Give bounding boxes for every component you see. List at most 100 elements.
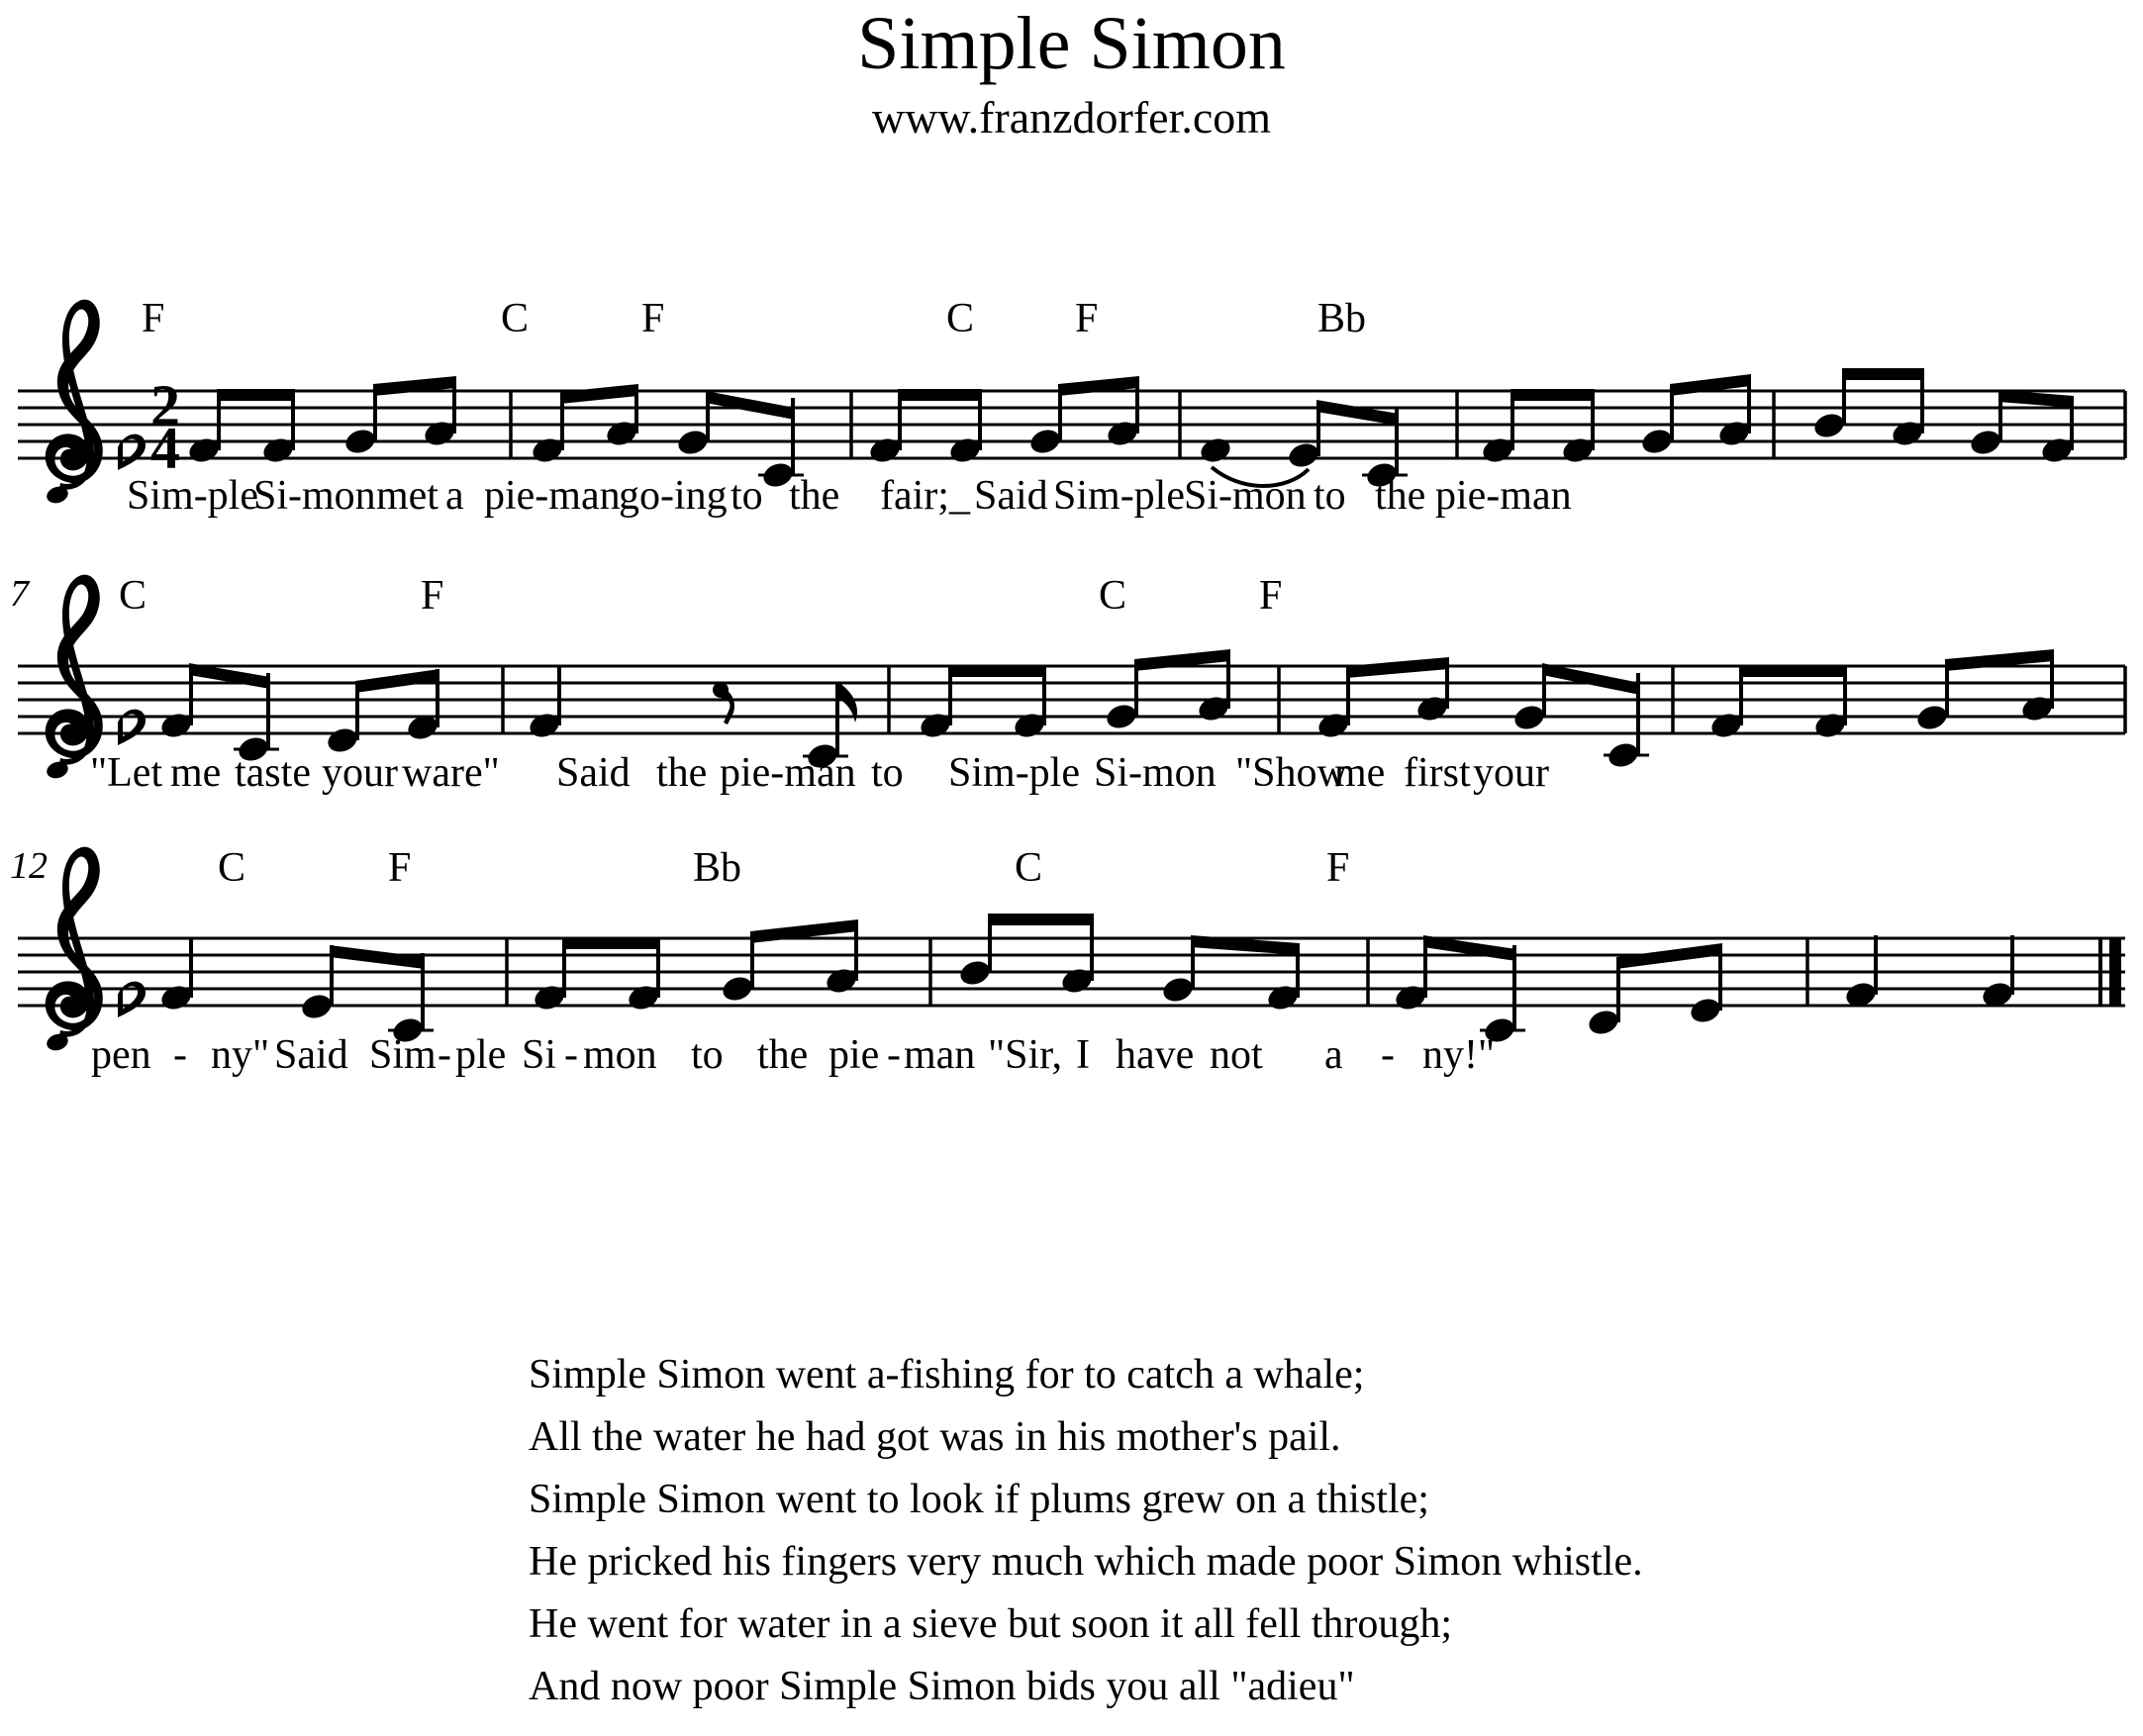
verse-line: He pricked his fingers very much which m… xyxy=(529,1539,1643,1585)
measure-5-notes xyxy=(1483,374,1751,462)
measure-14-notes xyxy=(960,914,1300,1010)
page-title: Simple Simon xyxy=(857,2,1286,85)
lyric-syllable: - xyxy=(887,1032,901,1078)
lyric-syllable: - xyxy=(173,1032,187,1078)
lyric-syllable: a xyxy=(445,473,464,519)
lyric-syllable: to xyxy=(691,1032,724,1078)
lyric-syllable: the xyxy=(1375,473,1426,519)
chord-symbol: F xyxy=(641,296,665,341)
lyric-syllable: I xyxy=(1076,1032,1090,1078)
measure-number: 12 xyxy=(10,845,48,887)
lyric-syllable: Sim-ple xyxy=(127,473,258,519)
lyric-syllable: Sim-ple xyxy=(1053,473,1185,519)
lyric-syllable: - xyxy=(564,1032,578,1078)
verse-block: Simple Simon went a-fishing for to catch… xyxy=(529,1344,1815,1718)
lyric-syllable: pie-man xyxy=(1435,473,1572,519)
lyric-syllable: - xyxy=(1381,1032,1395,1078)
lyric-syllable: "Let xyxy=(90,750,163,796)
verse-line: Simple Simon went a-fishing for to catch… xyxy=(529,1352,1365,1398)
lyric-syllable: Si xyxy=(522,1032,557,1078)
chord-row-2: 7 C F C F xyxy=(0,574,2143,633)
chord-symbol: C xyxy=(218,845,246,891)
lyric-syllable: - xyxy=(438,1032,451,1078)
lyric-syllable: not xyxy=(1210,1032,1263,1078)
chord-symbol: F xyxy=(142,296,165,341)
final-barline xyxy=(2098,938,2121,1006)
chord-row-1: F C F C F Bb xyxy=(0,297,2143,356)
lyric-row-1: Sim-ple Si-mon met a pie-man go-ing to the fair;… xyxy=(0,473,2143,529)
lyric-syllable: your xyxy=(1473,750,1549,796)
lyric-syllable: me xyxy=(1334,750,1386,796)
measure-number: 7 xyxy=(10,573,29,615)
lyric-syllable: pie-man xyxy=(720,750,856,796)
chord-symbol: Bb xyxy=(1317,296,1367,341)
measure-9-notes xyxy=(921,649,1230,737)
lyric-syllable: me xyxy=(170,750,222,796)
chord-symbol: F xyxy=(421,573,444,619)
lyric-syllable: first xyxy=(1404,750,1471,796)
lyric-row-2: "Let me taste your ware" Said the pie-man to Sim-… xyxy=(0,750,2143,806)
chord-symbol: F xyxy=(1075,296,1099,341)
lyric-syllable: pen xyxy=(91,1032,151,1078)
chord-symbol: F xyxy=(1259,573,1283,619)
measure-11-notes xyxy=(1711,649,2054,737)
lyric-syllable: have xyxy=(1116,1032,1195,1078)
chord-symbol: C xyxy=(1099,573,1127,619)
eighth-rest-icon xyxy=(713,682,735,724)
staff-system-1: F C F C F Bb 2 4 Sim-ple Si-mon met a pi… xyxy=(0,297,2143,584)
lyric-syllable: Said xyxy=(556,750,631,796)
lyric-syllable: to xyxy=(731,473,763,519)
lyric-syllable: man xyxy=(904,1032,976,1078)
measure-6-notes xyxy=(1814,368,2074,462)
lyric-syllable: the xyxy=(789,473,840,519)
lyric-syllable: Said xyxy=(274,1032,348,1078)
lyric-syllable: go-ing xyxy=(619,473,728,519)
lyric-syllable: taste xyxy=(235,750,311,796)
lyric-syllable: mon xyxy=(583,1032,657,1078)
lyric-syllable: your xyxy=(322,750,398,796)
chord-symbol: C xyxy=(119,573,147,619)
staff-system-3: 12 C F Bb C F pen - ny" Said Sim - ple S… xyxy=(0,846,2143,1143)
verse-line: And now poor Simple Simon bids you all "… xyxy=(529,1664,1355,1709)
verse-line: Simple Simon went to look if plums grew … xyxy=(529,1477,1429,1522)
chord-row-3: 12 C F Bb C F xyxy=(0,846,2143,906)
verse-line: All the water he had got was in his moth… xyxy=(529,1414,1341,1460)
sheet-music-page: Simple Simon www.franzdorfer.com F C F C F Bb xyxy=(0,0,2143,1736)
staff-system-2: 7 C F C F "Let me taste your ware" Said the … xyxy=(0,574,2143,861)
lyric-syllable: a xyxy=(1324,1032,1343,1078)
lyric-syllable: Sim-ple xyxy=(948,750,1080,796)
svg-text:4: 4 xyxy=(150,416,180,481)
chord-symbol: F xyxy=(388,845,412,891)
lyric-syllable: ple xyxy=(455,1032,507,1078)
lyric-syllable: Si-mon xyxy=(1094,750,1217,796)
lyric-syllable: pie-man xyxy=(484,473,621,519)
lyric-syllable: the xyxy=(757,1032,809,1078)
lyric-syllable: met xyxy=(376,473,438,519)
chord-symbol: C xyxy=(501,296,530,341)
page-subtitle: www.franzdorfer.com xyxy=(871,92,1272,143)
lyric-syllable: Sim xyxy=(369,1032,437,1078)
lyric-syllable: "Show xyxy=(1235,750,1347,796)
lyric-syllable: "Sir, xyxy=(988,1032,1062,1078)
lyric-syllable: to xyxy=(871,750,904,796)
verse-line: He went for water in a sieve but soon it… xyxy=(529,1601,1453,1647)
lyric-syllable: ware" xyxy=(402,750,500,796)
chord-symbol: C xyxy=(1015,845,1043,891)
lyric-syllable: to xyxy=(1314,473,1346,519)
time-signature: 2 4 xyxy=(150,373,180,481)
chord-symbol: Bb xyxy=(693,845,742,891)
lyric-syllable: pie xyxy=(828,1032,880,1078)
measure-13-notes xyxy=(535,919,858,1010)
lyric-syllable: fair;_ xyxy=(880,473,970,519)
chord-symbol: C xyxy=(946,296,975,341)
chord-symbol: F xyxy=(1326,845,1350,891)
measure-15-notes xyxy=(1396,935,1722,1042)
lyric-syllable: Said xyxy=(974,473,1048,519)
lyric-syllable: Si-mon xyxy=(253,473,376,519)
lyric-syllable: Si-mon xyxy=(1184,473,1307,519)
lyric-syllable: ny" xyxy=(211,1032,270,1078)
measure-12-notes xyxy=(161,937,434,1042)
lyric-syllable: the xyxy=(656,750,708,796)
lyric-row-3: pen - ny" Said Sim - ple Si - mon to the pie - man "Sir… xyxy=(0,1032,2143,1088)
lyric-syllable: ny!" xyxy=(1422,1032,1496,1078)
